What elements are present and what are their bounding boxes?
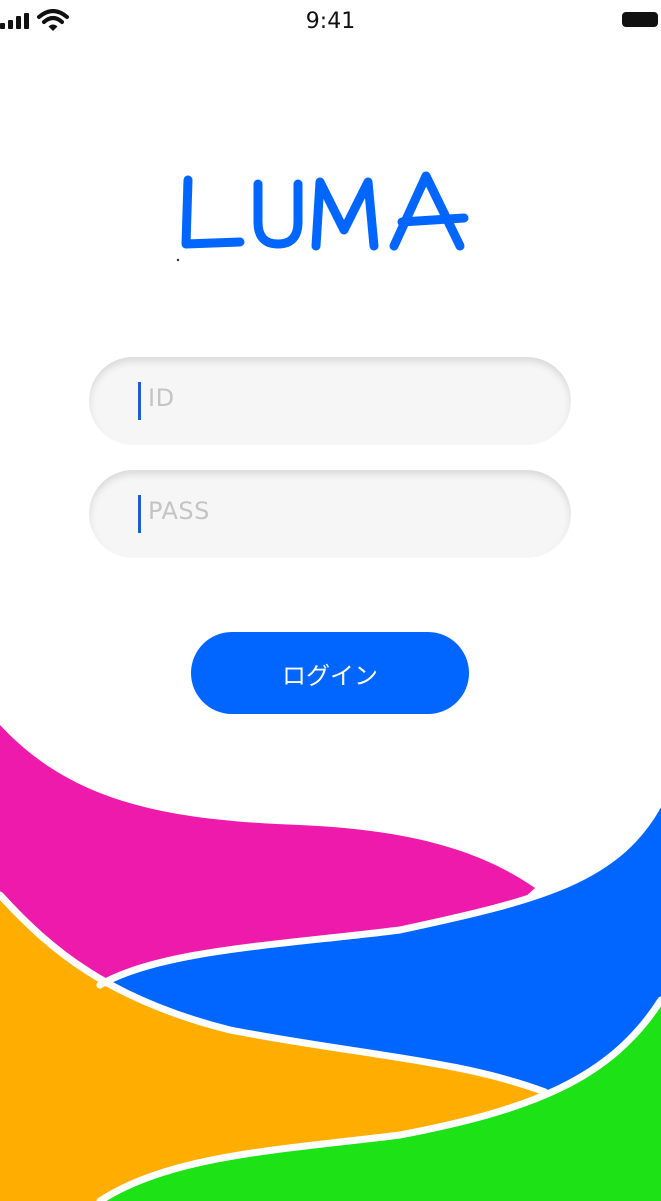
- decorative-waves: [0, 725, 661, 1201]
